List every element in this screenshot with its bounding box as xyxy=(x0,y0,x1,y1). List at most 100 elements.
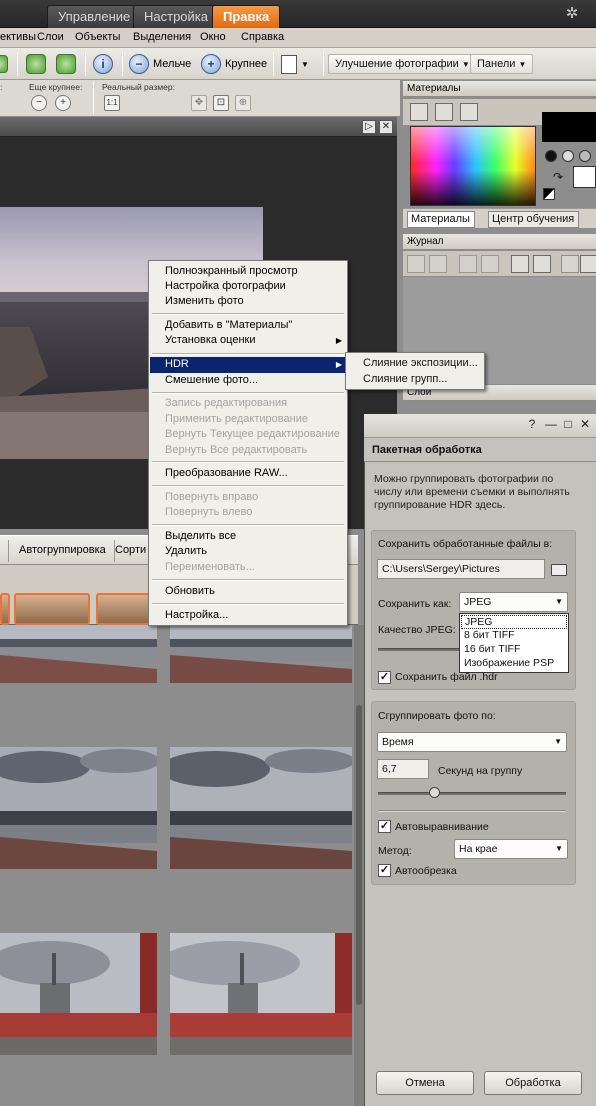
cancel-button[interactable]: Отмена xyxy=(376,1071,474,1095)
maximize-icon[interactable]: □ xyxy=(561,418,575,432)
menu-objects[interactable]: Объекты xyxy=(75,31,120,43)
zoom-out-small-icon[interactable]: − xyxy=(31,95,47,111)
grid-scrollbar[interactable] xyxy=(354,625,364,1106)
menu-item-delete[interactable]: Удалить xyxy=(150,544,347,560)
seconds-field[interactable]: 6,7 xyxy=(377,759,429,779)
method-select[interactable]: На крае ▼ xyxy=(454,839,568,859)
swap-colors-icon[interactable]: ↷ xyxy=(553,170,563,184)
tab-adjust[interactable]: Настройка xyxy=(133,5,219,28)
menu-item-hdr[interactable]: HDR ▶ xyxy=(150,357,347,373)
menu-item-refresh[interactable]: Обновить xyxy=(150,584,347,600)
photo-thumbnail[interactable] xyxy=(170,625,352,683)
process-button[interactable]: Обработка xyxy=(484,1071,582,1095)
color-picker[interactable] xyxy=(410,126,536,206)
help-icon[interactable]: ? xyxy=(525,418,539,432)
clear-icon[interactable] xyxy=(533,255,551,273)
tab-learning-center[interactable]: Центр обучения xyxy=(488,211,580,228)
menu-window[interactable]: Окно xyxy=(200,31,226,43)
expand-icon[interactable]: ▷ xyxy=(362,120,376,134)
frame-icon[interactable] xyxy=(410,103,428,121)
save-hdr-checkbox[interactable]: ✓ xyxy=(378,671,391,684)
minimize-icon[interactable]: — xyxy=(544,418,558,432)
scrollbar-thumb[interactable] xyxy=(356,705,362,1005)
fill-window-icon[interactable]: ⊡ xyxy=(213,95,229,111)
format-option[interactable]: 16 бит TIFF xyxy=(461,643,567,657)
save-as-select[interactable]: JPEG ▼ xyxy=(459,592,568,612)
photo-thumbnail[interactable] xyxy=(170,747,352,869)
zoom-out-button[interactable]: − Мельче xyxy=(129,52,191,76)
rotate-left-icon[interactable] xyxy=(26,52,46,76)
menu-help[interactable]: Справка xyxy=(241,31,284,43)
menu-item-group-merge[interactable]: Слияние групп... xyxy=(347,372,483,388)
redo-icon[interactable] xyxy=(429,255,447,273)
autogroup-button[interactable]: Автогруппировка xyxy=(11,540,115,562)
photo-thumbnail[interactable] xyxy=(0,625,157,683)
photo-thumbnail[interactable] xyxy=(0,747,157,869)
folder-icon[interactable] xyxy=(551,564,567,576)
default-colors-icon[interactable] xyxy=(543,188,555,200)
menu-item-settings[interactable]: Настройка... xyxy=(150,608,347,624)
menu-item-exposure-merge[interactable]: Слияние экспозиции... xyxy=(347,356,483,372)
actual-size-icon[interactable]: 1:1 xyxy=(104,95,120,111)
center-icon[interactable]: ⊕ xyxy=(235,95,251,111)
format-option[interactable]: JPEG xyxy=(461,615,567,629)
film-thumb[interactable] xyxy=(96,593,152,625)
panels-dropdown[interactable]: Панели ▼ xyxy=(470,54,534,74)
script-icon[interactable] xyxy=(511,255,529,273)
group-by-select[interactable]: Время ▼ xyxy=(377,732,567,752)
zoom-in-small-icon[interactable]: + xyxy=(55,95,71,111)
menu-item-add-to-materials[interactable]: Добавить в "Материалы" xyxy=(150,318,347,334)
gradient-icon[interactable] xyxy=(435,103,453,121)
history-icon[interactable] xyxy=(481,255,499,273)
menu-effects[interactable]: ективы xyxy=(0,31,36,43)
menu-layers[interactable]: Слои xyxy=(37,31,64,43)
info-icon[interactable]: i xyxy=(93,52,113,76)
chevron-down-icon: ▼ xyxy=(518,60,527,69)
lock-icon[interactable] xyxy=(561,255,579,273)
context-menu: Полноэкранный просмотр Настройка фотогра… xyxy=(148,260,348,626)
tab-manage[interactable]: Управление xyxy=(47,5,142,28)
photo-thumbnail[interactable] xyxy=(0,933,157,1055)
fit-icon[interactable]: ✥ xyxy=(191,95,207,111)
history-icon[interactable] xyxy=(459,255,477,273)
menu-item-select-all[interactable]: Выделить все xyxy=(150,529,347,545)
zoom-in-button[interactable]: + Крупнее xyxy=(201,52,267,76)
photo-thumbnail[interactable] xyxy=(170,933,352,1055)
options-icon[interactable] xyxy=(580,255,596,273)
menu-selections[interactable]: Выделения xyxy=(133,31,191,43)
undo-icon[interactable] xyxy=(407,255,425,273)
menu-item-set-rating[interactable]: Установка оценки ▶ xyxy=(150,333,347,349)
menu-item-edit-photo[interactable]: Изменить фото xyxy=(150,294,347,310)
background-swatch[interactable] xyxy=(573,166,596,188)
menu-item-raw-convert[interactable]: Преобразование RAW... xyxy=(150,466,347,482)
rotate-right-icon[interactable] xyxy=(56,52,76,76)
tab-materials[interactable]: Материалы xyxy=(407,211,475,228)
style-dot-icon[interactable] xyxy=(579,150,591,162)
format-option[interactable]: 8 бит TIFF xyxy=(461,629,567,643)
seconds-slider[interactable] xyxy=(378,792,566,795)
style-dot-icon[interactable] xyxy=(545,150,557,162)
enhance-photo-label: Улучшение фотографии xyxy=(335,58,459,70)
grid-icon[interactable] xyxy=(460,103,478,121)
autoalign-checkbox[interactable]: ✓ xyxy=(378,820,391,833)
film-thumb[interactable] xyxy=(0,593,10,625)
toolbar-partial-icon[interactable] xyxy=(0,52,8,76)
film-thumb[interactable] xyxy=(14,593,90,625)
menu-separator xyxy=(152,603,344,605)
style-dot-icon[interactable] xyxy=(562,150,574,162)
autocrop-checkbox[interactable]: ✓ xyxy=(378,864,391,877)
dialog-divider xyxy=(378,810,566,812)
foreground-swatch[interactable] xyxy=(542,112,596,142)
document-menu-button[interactable]: ▼ xyxy=(281,52,309,76)
close-icon[interactable]: ✕ xyxy=(578,418,592,432)
save-path-field[interactable]: C:\Users\Sergey\Pictures xyxy=(377,559,545,579)
menu-item-photo-settings[interactable]: Настройка фотографии xyxy=(150,279,347,295)
menu-item-blend-photos[interactable]: Смешение фото... xyxy=(150,373,347,389)
enhance-photo-dropdown[interactable]: Улучшение фотографии ▼ xyxy=(328,54,477,74)
format-option[interactable]: Изображение PSP xyxy=(461,657,567,671)
tab-edit[interactable]: Правка xyxy=(212,5,281,28)
chevron-down-icon: ▼ xyxy=(555,844,563,853)
menu-item-fullscreen[interactable]: Полноэкранный просмотр xyxy=(150,264,347,280)
settings-gear-icon[interactable]: ✲ xyxy=(564,6,580,22)
close-icon[interactable]: ✕ xyxy=(379,120,393,134)
